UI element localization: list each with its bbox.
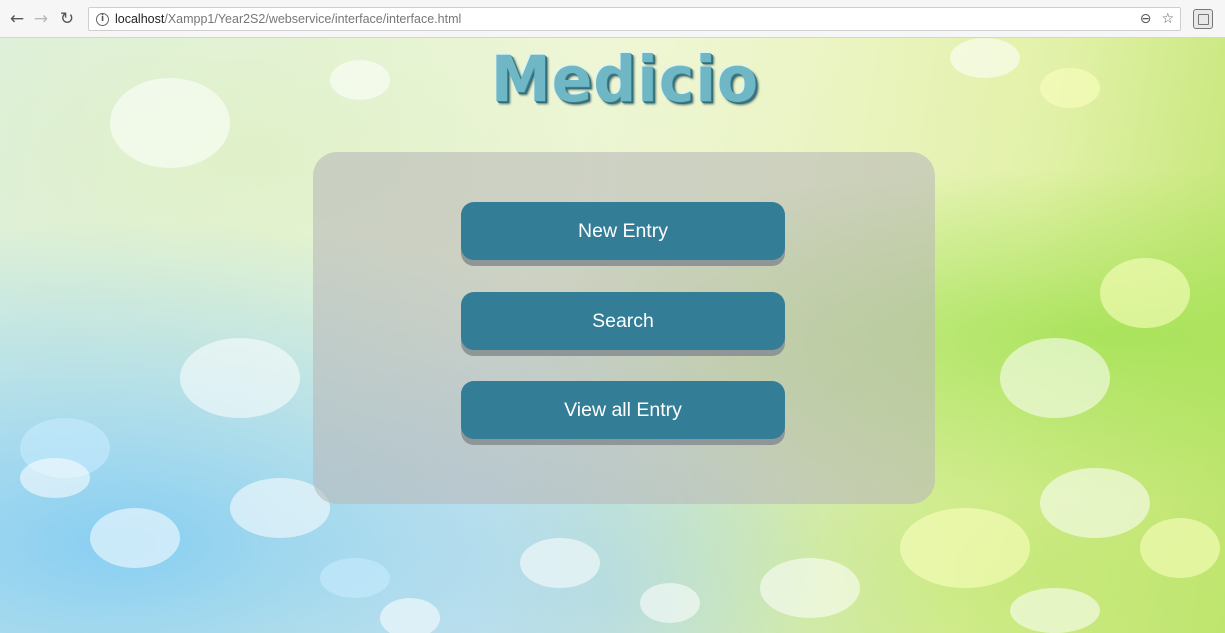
bokeh-bubble — [320, 558, 390, 598]
bokeh-bubble — [180, 338, 300, 418]
bokeh-bubble — [900, 508, 1030, 588]
bokeh-bubble — [1040, 468, 1150, 538]
bokeh-bubble — [110, 78, 230, 168]
bokeh-bubble — [760, 558, 860, 618]
zoom-out-icon[interactable]: ⊖ — [1140, 11, 1152, 27]
bokeh-bubble — [1140, 518, 1220, 578]
bokeh-bubble — [1040, 68, 1100, 108]
back-arrow-icon[interactable]: ← — [6, 8, 28, 30]
bokeh-bubble — [90, 508, 180, 568]
medicio-logo: Medicio — [470, 43, 780, 117]
bokeh-bubble — [950, 38, 1020, 78]
new-entry-button[interactable]: New Entry — [461, 202, 785, 260]
bokeh-bubble — [520, 538, 600, 588]
url-path: /Xampp1/Year2S2/webservice/interface/int… — [164, 12, 462, 26]
bokeh-bubble — [330, 60, 390, 100]
extension-icon[interactable] — [1193, 9, 1213, 29]
bokeh-bubble — [1000, 338, 1110, 418]
bokeh-bubble — [1010, 588, 1100, 633]
search-button[interactable]: Search — [461, 292, 785, 350]
forward-arrow-icon[interactable]: → — [30, 8, 52, 30]
address-bar[interactable]: i localhost/Xampp1/Year2S2/webservice/in… — [88, 7, 1181, 31]
info-icon[interactable]: i — [96, 12, 109, 26]
view-all-entry-button[interactable]: View all Entry — [461, 381, 785, 439]
bokeh-bubble — [20, 458, 90, 498]
star-icon[interactable]: ☆ — [1161, 11, 1174, 27]
bokeh-bubble — [380, 598, 440, 633]
url-host: localhost — [115, 12, 165, 26]
logo-text: Medicio — [490, 43, 760, 117]
reload-icon[interactable]: ↻ — [56, 8, 78, 30]
browser-toolbar: ← → ↻ i localhost/Xampp1/Year2S2/webserv… — [0, 0, 1225, 38]
bokeh-bubble — [640, 583, 700, 623]
bokeh-bubble — [1100, 258, 1190, 328]
